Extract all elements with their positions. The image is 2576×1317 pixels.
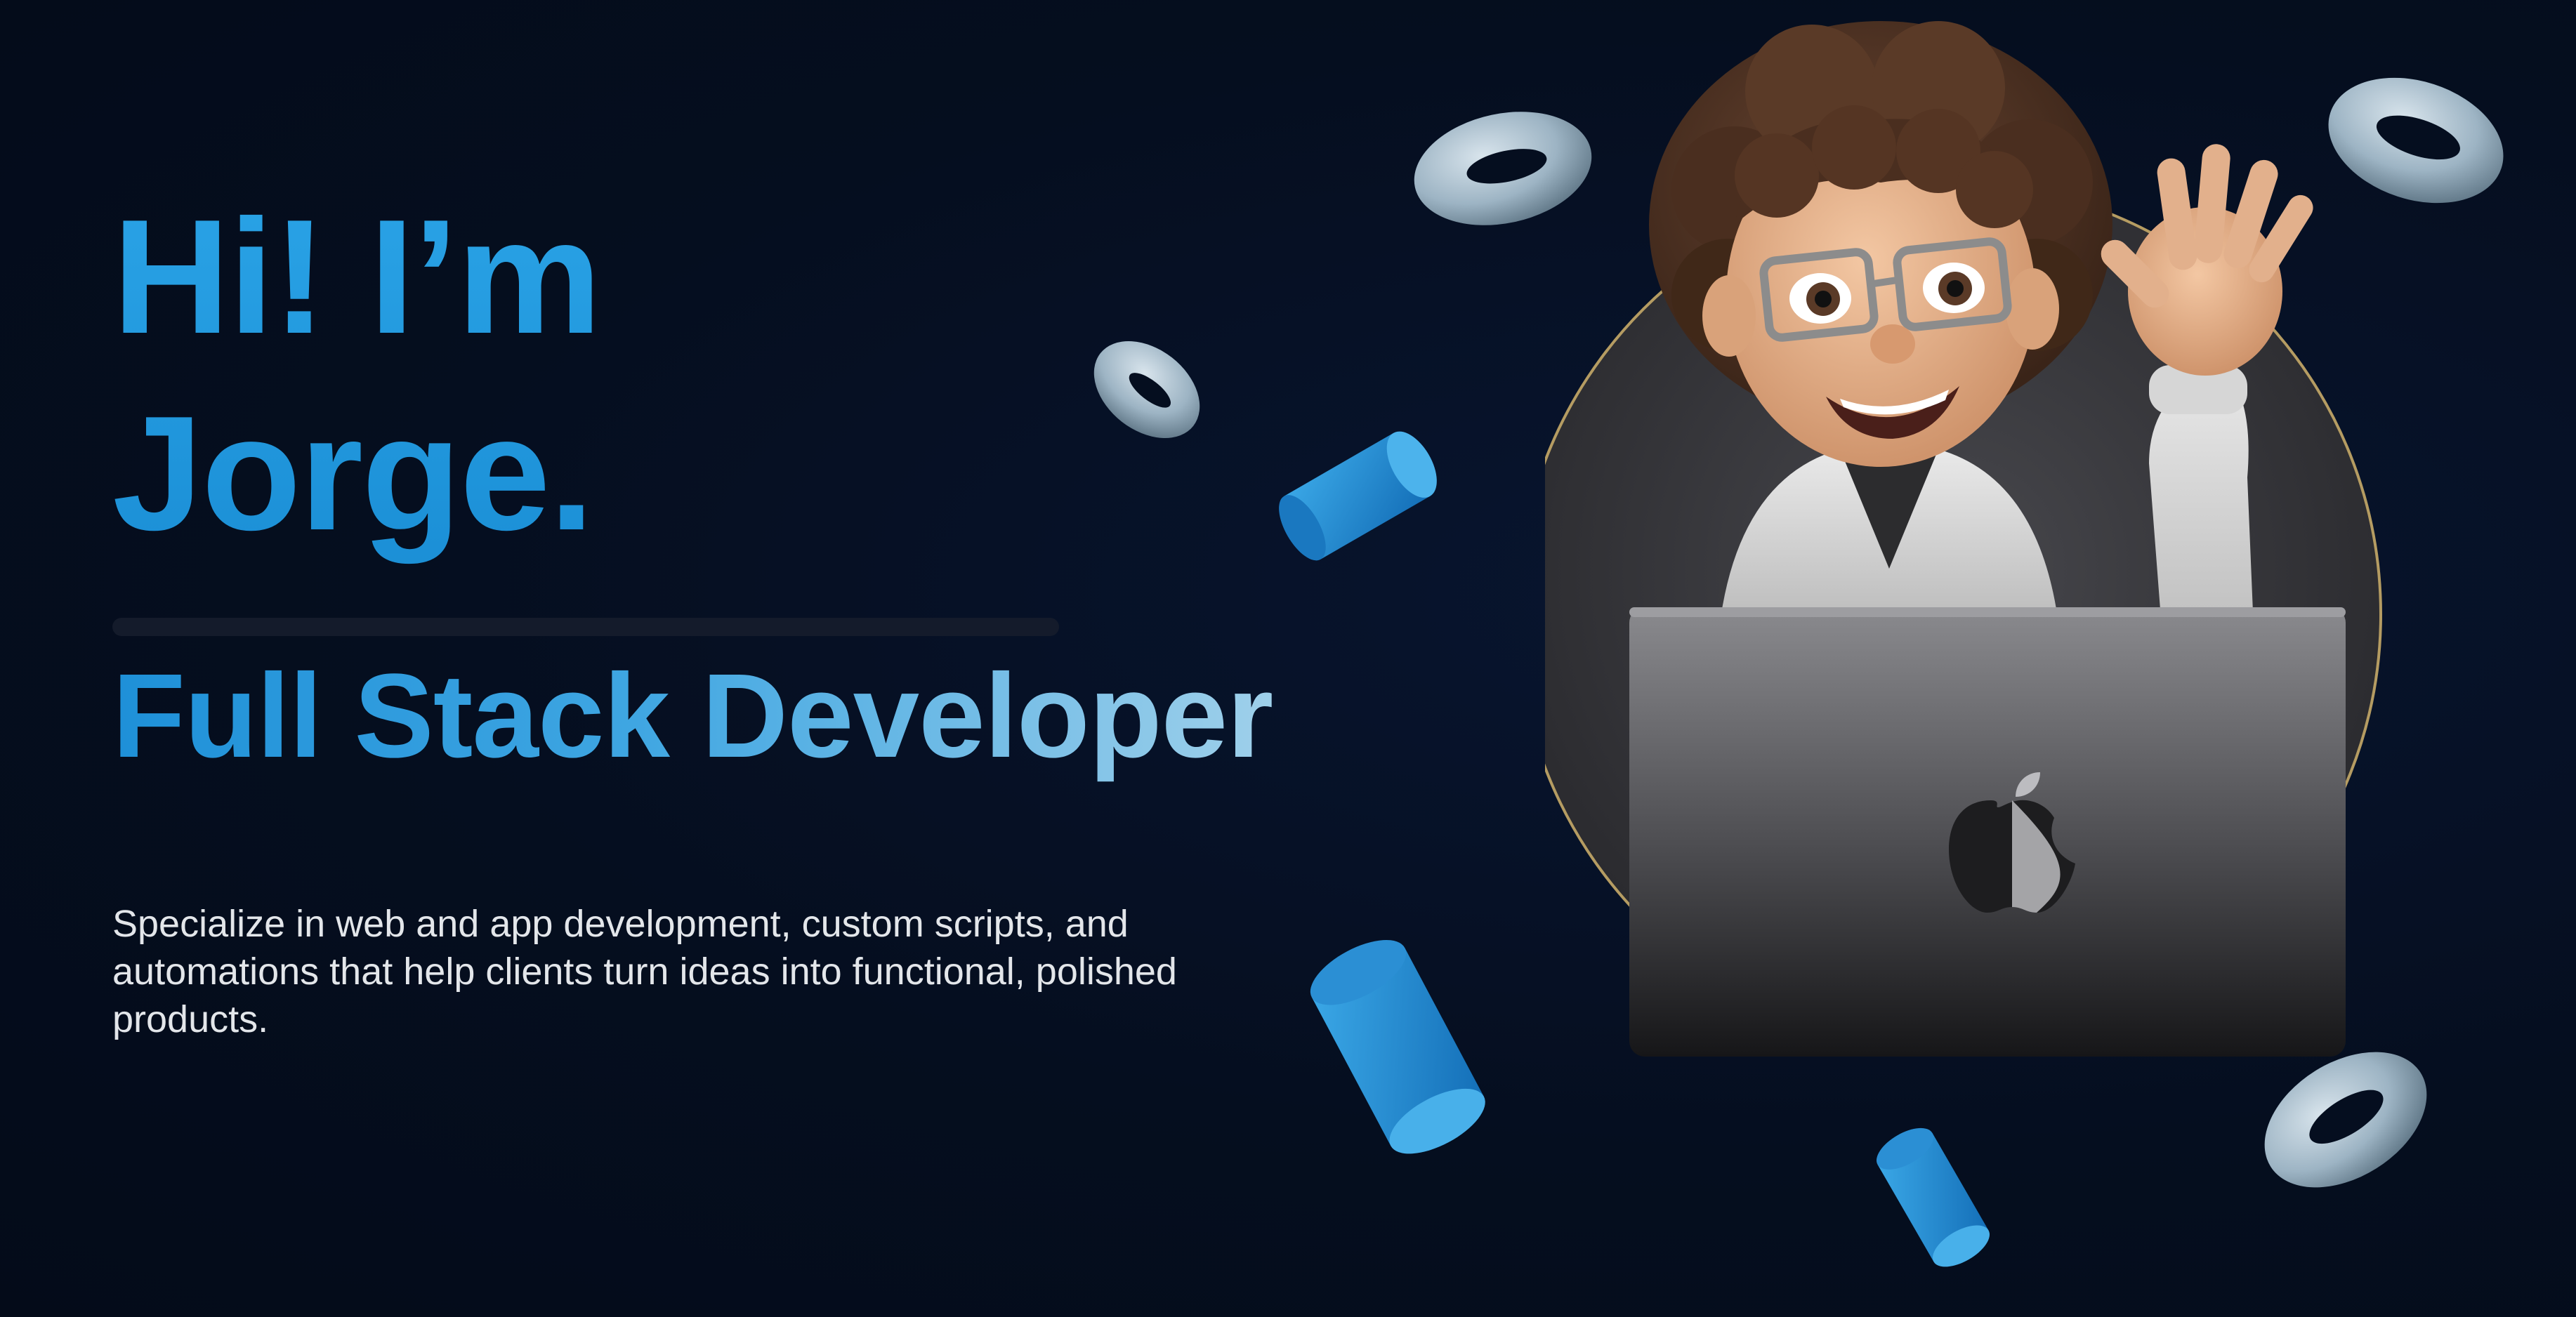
heading-divider <box>112 618 1059 636</box>
hero-section: Hi! I’m Jorge. Full Stack Developer Spec… <box>0 0 2576 1317</box>
cylinder-icon <box>1877 1127 1990 1267</box>
torus-icon <box>1093 340 1200 439</box>
summary-text: Specialize in web and app development, c… <box>112 903 1177 1040</box>
avatar <box>1545 14 2486 1067</box>
role-title: Full Stack Developer <box>112 642 1273 790</box>
memoji-avatar-icon <box>1545 21 2382 1057</box>
cylinder-icon <box>1310 939 1485 1154</box>
cylinder-icon <box>1279 431 1437 561</box>
